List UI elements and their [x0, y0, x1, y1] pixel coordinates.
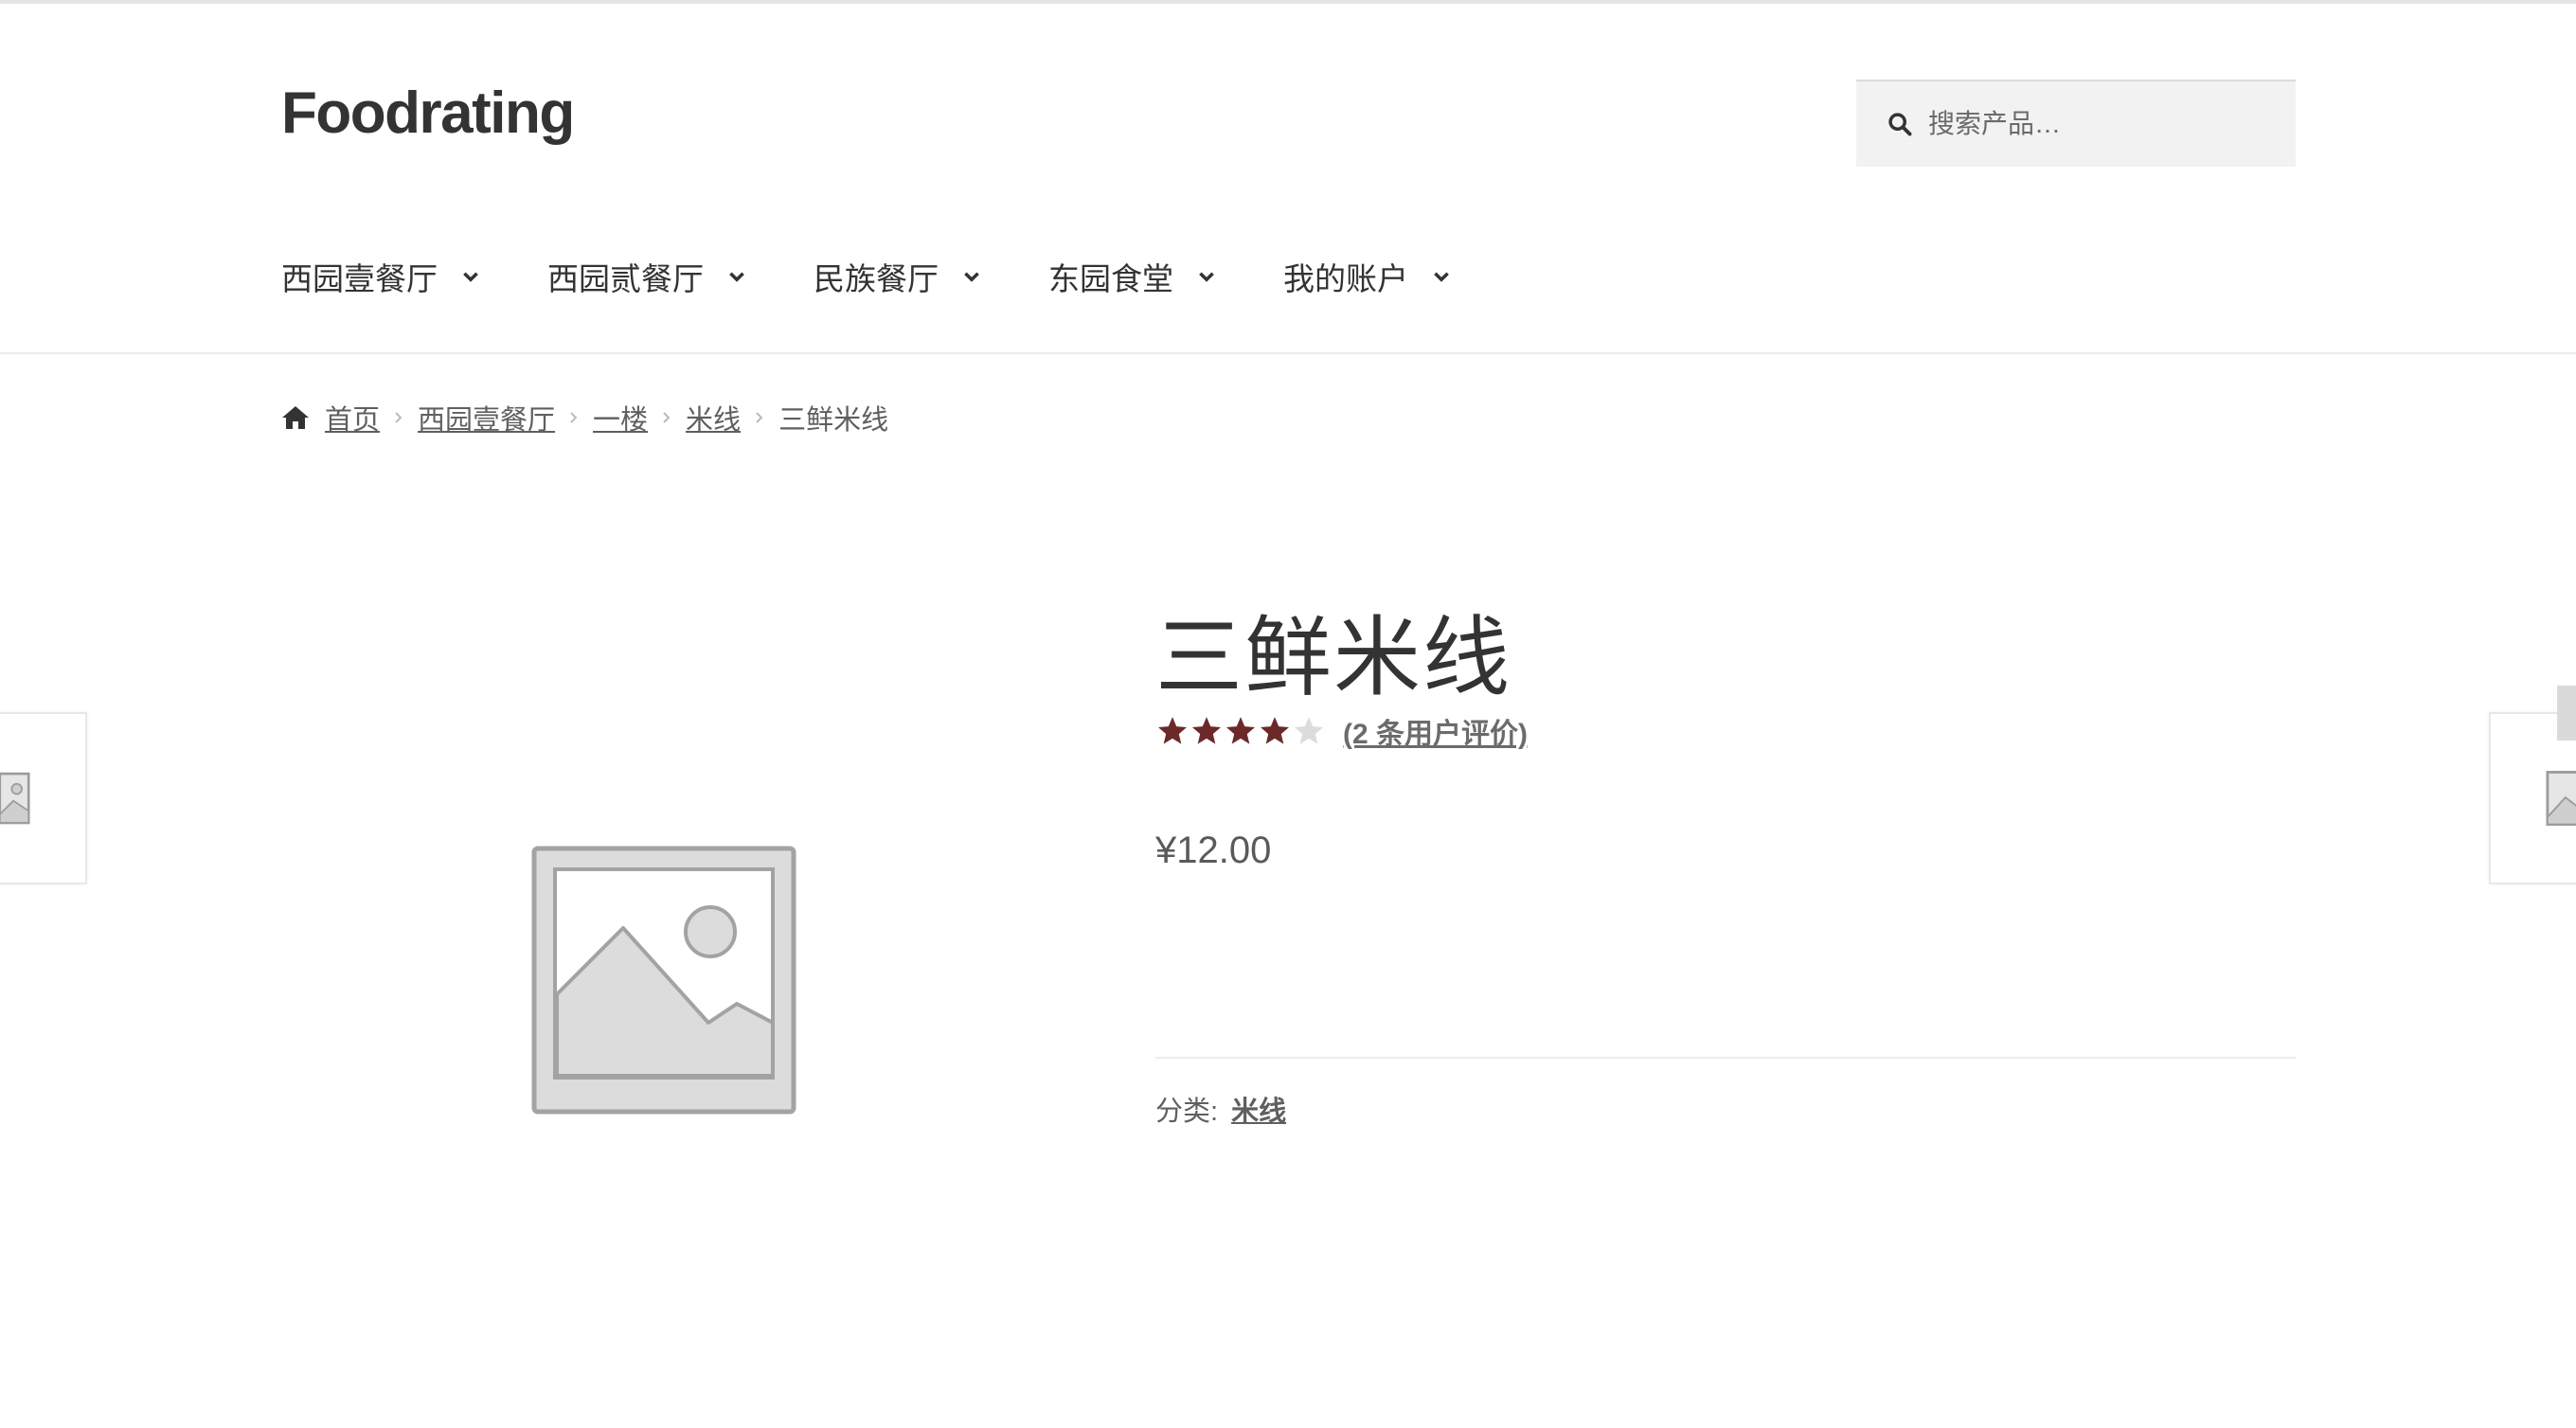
breadcrumb-link-xiyuan-1[interactable]: 西园壹餐厅 [418, 398, 555, 437]
nav-item-my-account[interactable]: 我的账户 [1283, 254, 1452, 299]
nav-item-dongyuan[interactable]: 东园食堂 [1048, 254, 1217, 299]
chevron-down-icon [729, 272, 744, 282]
breadcrumb-separator-icon [570, 412, 578, 423]
nav-item-label: 西园壹餐厅 [281, 261, 438, 296]
breadcrumb-link-first-floor[interactable]: 一楼 [593, 398, 648, 437]
star-rating [1155, 715, 1326, 747]
meta-divider [1155, 1057, 2296, 1059]
search-input[interactable] [1928, 109, 2288, 139]
breadcrumb-separator-icon [663, 412, 671, 423]
image-placeholder-icon [2546, 771, 2576, 826]
product-rating: (2 条用户评价) [1155, 710, 1528, 752]
search-box[interactable] [1856, 80, 2296, 167]
nav-item-xiyuan-1[interactable]: 西园壹餐厅 [281, 254, 481, 299]
breadcrumb-current: 三鲜米线 [778, 405, 889, 436]
side-scroll-tab[interactable] [2557, 686, 2576, 741]
product-meta: 分类: 米线 [1155, 1089, 1286, 1129]
product-image-placeholder-icon [531, 846, 796, 1115]
breadcrumb: 首页 西园壹餐厅 一楼 米线 三鲜米线 [281, 398, 888, 437]
nav-item-minzu[interactable]: 民族餐厅 [814, 254, 982, 299]
chevron-down-icon [964, 272, 979, 282]
category-link[interactable]: 米线 [1231, 1089, 1286, 1129]
primary-nav: 西园壹餐厅 西园贰餐厅 民族餐厅 东园食堂 我的账户 [281, 248, 1518, 305]
breadcrumb-link-home[interactable]: 首页 [325, 398, 380, 437]
nav-item-label: 西园贰餐厅 [547, 261, 704, 296]
breadcrumb-separator-icon [756, 412, 763, 423]
star-filled-icon [1260, 717, 1290, 744]
star-filled-icon [1191, 717, 1222, 744]
site-title[interactable]: Foodrating [281, 80, 575, 147]
top-border [0, 0, 2576, 4]
product-title: 三鲜米线 [1155, 610, 1512, 706]
star-empty-icon [1294, 717, 1324, 744]
chevron-down-icon [1434, 272, 1449, 282]
breadcrumb-separator-icon [395, 412, 402, 423]
category-label: 分类: [1155, 1097, 1219, 1127]
star-filled-icon [1225, 717, 1256, 744]
image-placeholder-icon [0, 772, 30, 825]
product-price: ¥12.00 [1155, 830, 1272, 871]
nav-item-xiyuan-2[interactable]: 西园贰餐厅 [547, 254, 747, 299]
chevron-down-icon [463, 272, 478, 282]
search-icon [1888, 113, 1912, 136]
nav-item-label: 东园食堂 [1048, 261, 1173, 296]
home-icon [282, 406, 309, 429]
chevron-down-icon [1199, 272, 1214, 282]
nav-item-label: 民族餐厅 [814, 261, 939, 296]
breadcrumb-link-rice-noodles[interactable]: 米线 [686, 398, 741, 437]
header-divider [0, 352, 2576, 354]
star-filled-icon [1157, 717, 1188, 744]
reviews-link[interactable]: (2 条用户评价) [1343, 710, 1528, 752]
previous-product-link[interactable] [0, 712, 87, 884]
nav-item-label: 我的账户 [1283, 261, 1408, 296]
